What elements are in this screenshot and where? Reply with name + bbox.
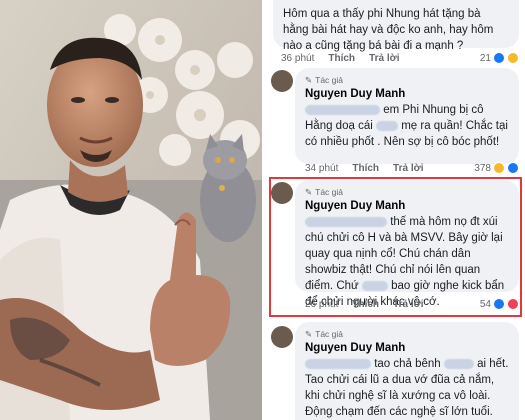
reply-link[interactable]: Trả lời (393, 299, 423, 310)
pencil-icon: ✎ (305, 329, 313, 339)
author-badge: ✎ Tác giả (305, 186, 509, 198)
author-name[interactable]: Nguyen Duy Manh (305, 340, 509, 356)
comment-time: 36 phút (281, 52, 315, 64)
reply-link[interactable]: Trả lời (393, 163, 423, 174)
like-link[interactable]: Thích (352, 299, 379, 310)
reaction-number: 21 (479, 52, 491, 64)
author-badge-label: Tác giả (315, 329, 343, 339)
author-badge-label: Tác giả (315, 187, 343, 197)
like-link[interactable]: Thích (352, 163, 379, 174)
comment-text-part: Hằng doạ cái (305, 120, 373, 132)
comment-text-part: em Phi Nhung bị cô (383, 104, 484, 116)
haha-emoji-icon (493, 162, 505, 174)
comment-time: 34 phút (305, 162, 339, 174)
comment-text: tao chả bênh ai hết. Tao chửi cái lũ a d… (305, 356, 509, 420)
comment-bubble-4: ✎ Tác giả Nguyen Duy Manh tao chả bênh a… (295, 322, 519, 420)
reaction-count[interactable]: 378 (474, 162, 519, 174)
like-emoji-icon (493, 52, 505, 64)
author-badge: ✎ Tác giả (305, 74, 509, 86)
comment-text: em Phi Nhung bị cô Hằng doạ cái mẹ ra qu… (305, 102, 509, 150)
comments-panel: Hôm qua a thấy phi Nhung hát tặng bà hằn… (263, 0, 525, 420)
author-name[interactable]: Nguyen Duy Manh (305, 86, 509, 102)
comment-meta-2: 34 phút Thích Trả lời 378 (305, 160, 519, 176)
author-badge-label: Tác giả (315, 75, 343, 85)
pencil-icon: ✎ (305, 187, 313, 197)
blurred-text (305, 358, 371, 369)
author-badge: ✎ Tác giả (305, 328, 509, 340)
comment-bubble-1: Hôm qua a thấy phi Nhung hát tặng bà hằn… (273, 0, 519, 52)
comment-time: 26 phút (305, 298, 339, 310)
love-emoji-icon (507, 298, 519, 310)
reply-link[interactable]: Trả lời (369, 53, 399, 64)
comment-meta-1: 36 phút Thích Trả lời 21 (281, 50, 519, 66)
blurred-text (305, 104, 380, 115)
blurred-text (375, 120, 398, 131)
haha-emoji-icon (507, 52, 519, 64)
comment-text-part: tao chả bênh (374, 358, 441, 370)
author-name[interactable]: Nguyen Duy Manh (305, 198, 509, 214)
pencil-icon: ✎ (305, 75, 313, 85)
like-link[interactable]: Thích (328, 53, 355, 64)
like-emoji-icon (493, 298, 505, 310)
comment-bubble-2: ✎ Tác giả Nguyen Duy Manh em Phi Nhung b… (295, 68, 519, 164)
photo-man-with-cat (0, 0, 262, 420)
comment-bubble-3: ✎ Tác giả Nguyen Duy Manh thế mà hôm nọ … (295, 180, 519, 308)
reaction-number: 54 (479, 298, 491, 310)
blurred-text (361, 280, 388, 291)
avatar[interactable] (271, 182, 293, 204)
blurred-text (443, 358, 474, 369)
reaction-count[interactable]: 54 (480, 298, 519, 310)
blurred-text (305, 216, 387, 227)
avatar[interactable] (271, 326, 293, 348)
photo-illustration (0, 0, 262, 420)
comment-text: Hôm qua a thấy phi Nhung hát tặng bà hằn… (283, 8, 494, 52)
like-emoji-icon (507, 162, 519, 174)
comment-meta-3: 26 phút Thích Trả lời 54 (305, 296, 519, 312)
reaction-number: 378 (474, 162, 491, 174)
avatar[interactable] (271, 70, 293, 92)
reaction-count[interactable]: 21 (480, 52, 519, 64)
